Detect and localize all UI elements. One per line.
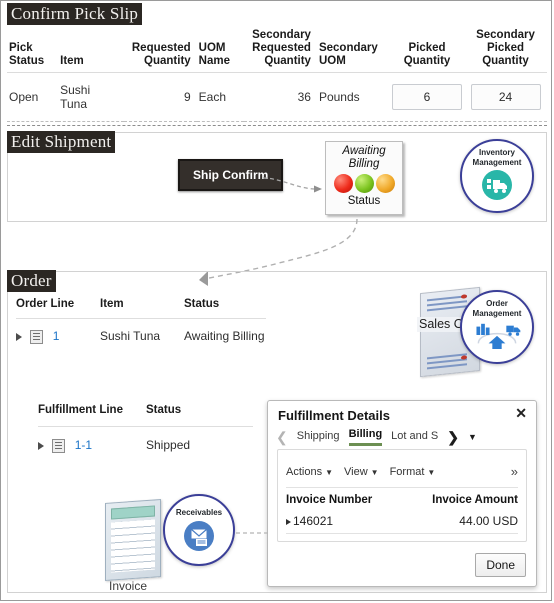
chevron-left-icon[interactable]: ❮ [276, 429, 288, 446]
fulfillment-line-link[interactable]: 1-1 [75, 438, 92, 452]
tab-billing[interactable]: Billing [348, 428, 383, 446]
status-heading-line2: Billing [348, 158, 380, 170]
fulfillment-details-dialog: Fulfillment Details ✕ ❮ Shipping Billing… [267, 400, 537, 587]
dialog-panel: Actions ▼ View ▼ Format ▼ » Invoice Number … [277, 449, 527, 542]
section-confirm-pick-slip: Confirm Pick Slip Pick Status Item Reque… [7, 3, 547, 122]
flow-diagram-page: Confirm Pick Slip Pick Status Item Reque… [0, 0, 552, 601]
column-secondary-requested-quantity: Secondary Requested Quantity [243, 27, 317, 73]
column-invoice-number: Invoice Number [286, 494, 373, 506]
column-invoice-amount: Invoice Amount [432, 494, 518, 506]
dialog-tabstrip: ❮ Shipping Billing Lot and S ❯ ▼ [276, 428, 530, 446]
row-detail-icon[interactable] [52, 438, 66, 453]
order-table: Order Line Item Status 1 Sushi Tuna Awai… [16, 294, 266, 352]
order-line-link[interactable]: 1 [53, 329, 60, 343]
supply-chain-icon [462, 319, 532, 356]
dialog-title: Fulfillment Details [278, 408, 390, 423]
pick-slip-table: Pick Status Item Requested Quantity UOM … [7, 27, 547, 122]
badge-label-line1: Inventory [478, 148, 515, 157]
tab-lot-and-s[interactable]: Lot and S [391, 430, 438, 445]
dialog-toolbar: Actions ▼ View ▼ Format ▼ » [286, 464, 518, 488]
picked-quantity-input[interactable]: 6 [392, 84, 463, 110]
done-button[interactable]: Done [475, 553, 526, 577]
cell-fulfillment-status: Shipped [146, 425, 253, 461]
column-pick-status: Pick Status [7, 27, 59, 73]
table-row[interactable]: 1-1 Shipped [38, 425, 253, 461]
invoice-label: Invoice [109, 579, 148, 593]
orange-light-icon [375, 174, 395, 193]
badge-receivables: Receivables [163, 494, 235, 566]
cell-invoice-amount: 44.00 USD [459, 514, 518, 528]
column-uom-name: UOM Name [196, 27, 244, 73]
expand-triangle-icon[interactable] [38, 441, 44, 450]
column-secondary-picked-quantity: Secondary Picked Quantity [468, 27, 547, 73]
column-order-line: Order Line [16, 298, 75, 310]
status-heading-line1: Awaiting [342, 145, 386, 157]
invoice-document-icon [105, 499, 161, 581]
tab-shipping[interactable]: Shipping [297, 430, 340, 445]
cell-secondary-requested-quantity: 36 [243, 72, 317, 122]
column-secondary-uom: Secondary UOM [316, 27, 391, 73]
fulfillment-line-table: Fulfillment Line Status 1-1 Shipped [38, 400, 253, 461]
ship-confirm-button[interactable]: Ship Confirm [178, 159, 284, 191]
badge-inventory-management: Inventory Management [460, 139, 534, 213]
row-detail-icon[interactable] [30, 329, 44, 344]
badge-label-line2: Management [472, 308, 522, 318]
table-row[interactable]: Open Sushi Tuna 9 Each 36 Pounds 6 24 [7, 72, 547, 122]
section-title-edit-shipment: Edit Shipment [7, 131, 116, 153]
section-order: Order Order Line Item Status 1 Sushi Tun… [7, 270, 547, 593]
cell-item: Sushi Tuna [58, 72, 124, 122]
table-row[interactable]: 1 Sushi Tuna Awaiting Billing [16, 317, 266, 352]
format-menu[interactable]: Format ▼ [390, 466, 436, 478]
cell-status: Awaiting Billing [184, 317, 266, 352]
cell-requested-quantity: 9 [123, 72, 197, 122]
column-picked-quantity: Picked Quantity [390, 27, 469, 73]
table-header-row: Fulfillment Line Status [38, 400, 253, 427]
cell-picked-quantity: 6 [390, 72, 469, 122]
column-item: Item [58, 27, 124, 73]
badge-label-line2: Management [472, 157, 522, 167]
cell-order-line: 1 [16, 317, 100, 352]
cell-pick-status: Open [7, 72, 59, 122]
red-light-icon [333, 174, 353, 193]
column-requested-quantity: Requested Quantity [123, 27, 197, 73]
cell-uom-name: Each [196, 72, 244, 122]
cell-secondary-picked-quantity: 24 [468, 72, 547, 122]
status-light-group [326, 174, 402, 193]
badge-label-receivables: Receivables [175, 508, 223, 517]
cell-fulfillment-line: 1-1 [38, 425, 146, 461]
chevron-right-icon[interactable]: ❯ [447, 429, 459, 446]
section-title-confirm-pick-slip: Confirm Pick Slip [7, 3, 143, 25]
status-caption: Status [347, 195, 381, 207]
view-menu[interactable]: View ▼ [344, 466, 379, 478]
expand-triangle-icon[interactable] [286, 518, 291, 525]
badge-order-management: Order Management [460, 290, 534, 364]
table-row[interactable]: 146021 44.00 USD [286, 514, 518, 534]
table-header-row: Pick Status Item Requested Quantity UOM … [7, 27, 547, 73]
green-light-icon [354, 174, 374, 193]
cell-item: Sushi Tuna [100, 317, 184, 352]
actions-menu[interactable]: Actions ▼ [286, 466, 333, 478]
section-divider-1 [7, 125, 547, 126]
double-chevron-right-icon[interactable]: » [511, 464, 518, 479]
shipment-status-card: Awaiting Billing Status [325, 141, 403, 215]
caret-down-icon[interactable]: ▼ [468, 432, 477, 442]
section-edit-shipment: Edit Shipment Ship Confirm Awaiting Bill… [7, 131, 547, 222]
secondary-picked-quantity-input[interactable]: 24 [470, 84, 541, 110]
section-title-order: Order [7, 270, 56, 292]
cell-invoice-number: 146021 [286, 514, 333, 528]
cell-secondary-uom: Pounds [316, 72, 391, 122]
column-status: Status [184, 298, 220, 310]
table-header-row: Order Line Item Status [16, 294, 266, 319]
badge-label-line1: Order [486, 299, 508, 308]
column-fulfillment-status: Status [146, 404, 182, 416]
column-fulfillment-line: Fulfillment Line [38, 404, 123, 416]
column-item: Item [100, 298, 124, 310]
expand-triangle-icon[interactable] [16, 332, 22, 341]
close-icon[interactable]: ✕ [515, 406, 527, 420]
truck-warehouse-icon [482, 170, 512, 200]
dialog-table-header: Invoice Number Invoice Amount [286, 494, 518, 506]
envelope-icon [184, 520, 214, 551]
